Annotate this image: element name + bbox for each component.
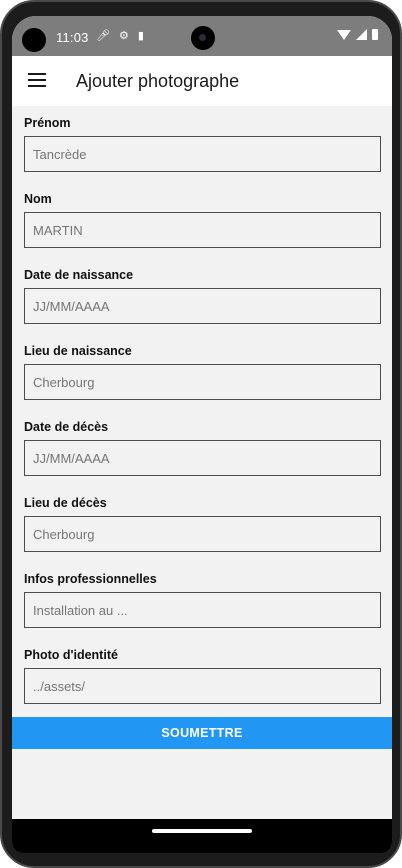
lieu-naissance-input[interactable] [24,364,381,400]
field-prenom: Prénom [24,106,381,182]
field-infos-pro: Infos professionnelles [24,562,381,638]
wifi-icon [337,30,351,40]
field-label: Date de décès [24,420,109,434]
photographer-form: Prénom Nom Date de naissance Lieu de nai… [24,106,381,714]
settings-icon: ⚙︎ [118,30,129,42]
infos-pro-input[interactable] [24,592,381,628]
field-label: Infos professionnelles [24,572,157,586]
field-lieu-deces: Lieu de décès [24,486,381,562]
nom-input[interactable] [24,212,381,248]
screen: 11:03 🎤︎ ⚙︎ ▮ Ajouter photographe Prénom [12,16,392,853]
field-photo: Photo d'identité [24,638,381,714]
lieu-deces-input[interactable] [24,516,381,552]
date-naissance-input[interactable] [24,288,381,324]
submit-button[interactable]: SOUMETTRE [12,717,392,749]
status-bar: 11:03 🎤︎ ⚙︎ ▮ [12,16,392,56]
page-title: Ajouter photographe [76,71,240,91]
navigation-bar [12,819,392,853]
date-deces-input[interactable] [24,440,381,476]
signal-icon [356,29,367,40]
field-date-deces: Date de décès [24,410,381,486]
field-label: Prénom [24,116,71,130]
field-lieu-naissance: Lieu de naissance [24,334,381,410]
field-label: Photo d'identité [24,648,118,662]
hamburger-menu-icon[interactable] [28,73,46,87]
status-time: 11:03 [56,30,89,45]
sd-card-icon: ▮ [137,30,144,42]
field-date-naissance: Date de naissance [24,258,381,334]
status-icons-right [337,29,378,40]
field-label: Nom [24,192,52,206]
photo-path-input[interactable] [24,668,381,704]
prenom-input[interactable] [24,136,381,172]
app-bar: Ajouter photographe [12,56,392,106]
field-nom: Nom [24,182,381,258]
battery-icon [372,29,378,40]
field-label: Date de naissance [24,268,134,282]
status-icons-left: 🎤︎ ⚙︎ ▮ [96,29,144,42]
home-indicator[interactable] [152,829,252,833]
field-label: Lieu de décès [24,496,107,510]
mic-icon: 🎤︎ [96,30,110,42]
phone-frame: 11:03 🎤︎ ⚙︎ ▮ Ajouter photographe Prénom [0,0,402,868]
field-label: Lieu de naissance [24,344,132,358]
front-camera-icon [22,28,46,52]
center-camera-icon [191,26,215,50]
